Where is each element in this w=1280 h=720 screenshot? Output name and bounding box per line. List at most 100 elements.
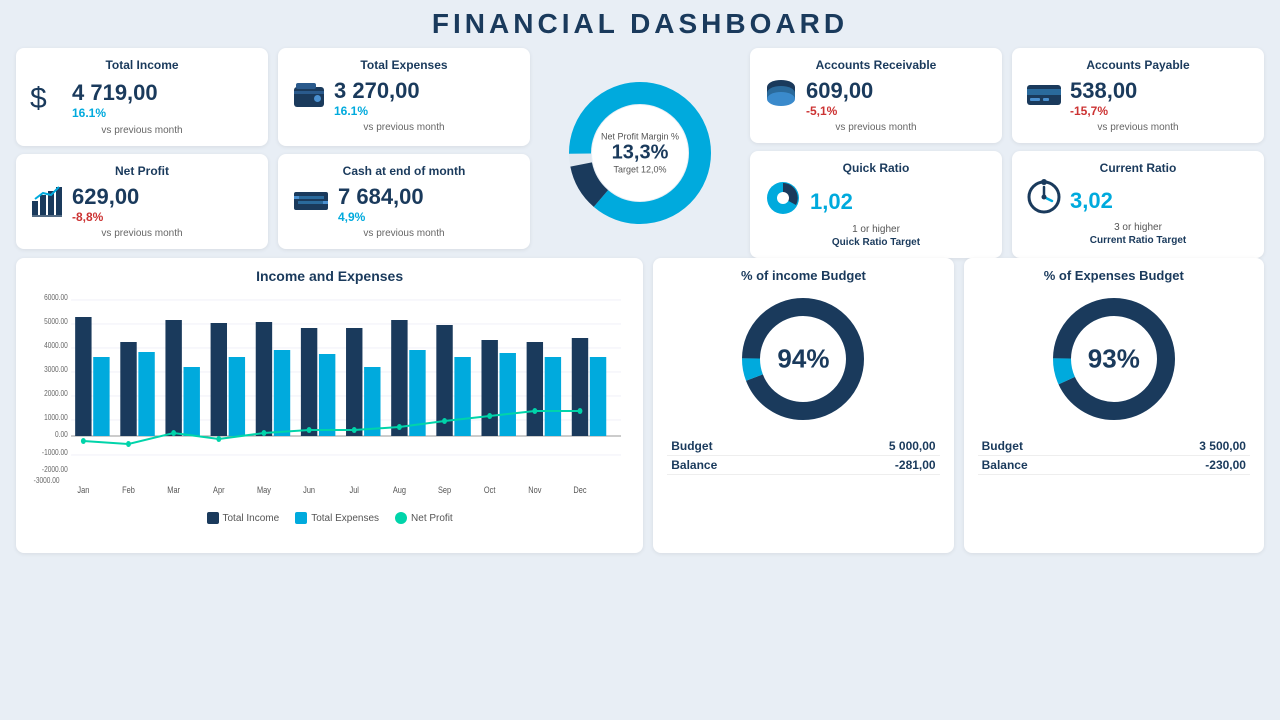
bar-chart-icon (30, 185, 64, 224)
quick-ratio-value: 1,02 (810, 189, 853, 215)
svg-text:Sep: Sep (438, 485, 452, 495)
svg-text:-2000.00: -2000.00 (42, 464, 68, 474)
kpi-ap-value: 538,00 (1070, 78, 1250, 104)
income-budget-label: Budget (671, 439, 712, 453)
legend-income: Total Income (207, 512, 280, 524)
svg-text:3000.00: 3000.00 (44, 364, 68, 374)
legend-net-profit-label: Net Profit (411, 513, 453, 524)
expenses-balance-value: -230,00 (1205, 458, 1246, 472)
kpi-ar-value: 609,00 (806, 78, 988, 104)
expenses-budget-percent: 93% (1088, 344, 1140, 375)
income-budget-balance-row: Balance -281,00 (667, 456, 939, 475)
npm-donut-label: Net Profit Margin % 13,3% Target 12,0% (601, 132, 679, 175)
svg-text:Oct: Oct (484, 485, 496, 495)
svg-text:6000.00: 6000.00 (44, 292, 68, 302)
right-kpis: Accounts Receivable 6 (750, 48, 1264, 258)
svg-text:Dec: Dec (573, 485, 586, 495)
coins-icon (764, 79, 798, 118)
expenses-budget-label: Budget (982, 439, 1023, 453)
legend-expenses-dot (295, 512, 307, 524)
kpi-net-profit-vs: vs previous month (30, 228, 254, 239)
left-kpis: Total Income $ 4 719,00 16.1% vs previou… (16, 48, 530, 258)
expenses-budget-balance-row: Balance -230,00 (978, 456, 1250, 475)
svg-text:Feb: Feb (122, 485, 135, 495)
npm-value: 13,3% (601, 142, 679, 165)
kpi-net-profit-change: -8,8% (72, 210, 254, 224)
income-expenses-chart-card: Income and Expenses 6000.00 5000.00 4000… (16, 258, 643, 553)
svg-text:May: May (257, 485, 272, 495)
income-budget-card: % of income Budget 94% Budget 5 000,00 (653, 258, 953, 553)
svg-text:5000.00: 5000.00 (44, 316, 68, 326)
cash-icon (292, 188, 330, 221)
page-title: FINANCIAL DASHBOARD (16, 8, 1264, 40)
kpi-ap-change: -15,7% (1070, 104, 1250, 118)
svg-text:Jun: Jun (303, 485, 315, 495)
income-budget-info: Budget 5 000,00 Balance -281,00 (667, 437, 939, 475)
income-balance-label: Balance (671, 458, 717, 472)
right-row-1: Accounts Receivable 6 (750, 48, 1264, 143)
kpi-net-profit: Net Profit (16, 154, 268, 249)
kpi-total-income-value: 4 719,00 (72, 80, 254, 106)
income-budget-percent: 94% (777, 344, 829, 375)
current-ratio-value: 3,02 (1070, 188, 1113, 214)
legend-net-profit-dot (395, 512, 407, 524)
expenses-balance-label: Balance (982, 458, 1028, 472)
quick-ratio-title: Quick Ratio (764, 161, 988, 175)
kpi-total-expenses-value: 3 270,00 (334, 78, 516, 104)
kpi-accounts-payable: Accounts Payable 538,00 (1012, 48, 1264, 143)
chart-title: Income and Expenses (30, 268, 629, 284)
kpi-net-profit-value: 629,00 (72, 184, 254, 210)
kpi-total-expenses-vs: vs previous month (292, 122, 516, 133)
svg-text:Mar: Mar (167, 485, 180, 495)
income-budget-value: 5 000,00 (889, 439, 936, 453)
svg-text:2000.00: 2000.00 (44, 388, 68, 398)
kpi-cash-vs: vs previous month (292, 228, 516, 239)
kpi-net-profit-title: Net Profit (30, 164, 254, 178)
svg-text:Jul: Jul (350, 485, 360, 495)
kpi-row-1: Total Income $ 4 719,00 16.1% vs previou… (16, 48, 530, 146)
kpi-ap-title: Accounts Payable (1026, 58, 1250, 72)
right-row-2: Quick Ratio 1,02 1 or (750, 151, 1264, 258)
quick-ratio-icon (764, 179, 802, 224)
chart-legend: Total Income Total Expenses Net Profit (30, 512, 629, 524)
kpi-cash-change: 4,9% (338, 210, 516, 224)
dollar-icon: $ (30, 78, 64, 121)
legend-income-label: Total Income (223, 513, 280, 524)
kpi-row-2: Net Profit (16, 154, 530, 249)
kpi-total-expenses: Total Expenses 3 270,00 (278, 48, 530, 146)
svg-text:Nov: Nov (528, 485, 542, 495)
svg-text:$: $ (30, 82, 47, 114)
current-ratio-icon (1026, 179, 1062, 222)
bar-chart-area: 6000.00 5000.00 4000.00 3000.00 2000.00 … (30, 288, 629, 508)
kpi-ap-vs: vs previous month (1026, 122, 1250, 133)
expenses-budget-info: Budget 3 500,00 Balance -230,00 (978, 437, 1250, 475)
kpi-cash-title: Cash at end of month (292, 164, 516, 178)
kpi-ar-vs: vs previous month (764, 122, 988, 133)
quick-ratio-sub: 1 or higher (764, 224, 988, 235)
svg-text:0.00: 0.00 (55, 429, 68, 439)
expenses-budget-title: % of Expenses Budget (1044, 268, 1184, 283)
kpi-total-income: Total Income $ 4 719,00 16.1% vs previou… (16, 48, 268, 146)
top-section: Total Income $ 4 719,00 16.1% vs previou… (16, 48, 1264, 258)
card-icon (1026, 82, 1062, 115)
kpi-total-income-title: Total Income (30, 58, 254, 72)
svg-text:-1000.00: -1000.00 (42, 447, 68, 457)
legend-expenses-label: Total Expenses (311, 513, 379, 524)
income-budget-budget-row: Budget 5 000,00 (667, 437, 939, 456)
kpi-cash-end-month: Cash at end of month (278, 154, 530, 249)
kpi-current-ratio: Current Ratio 3,02 (1012, 151, 1264, 258)
kpi-cash-value: 7 684,00 (338, 184, 516, 210)
legend-net-profit: Net Profit (395, 512, 453, 524)
bottom-section: Income and Expenses 6000.00 5000.00 4000… (16, 258, 1264, 553)
npm-title: Net Profit Margin % (601, 132, 679, 142)
svg-text:Aug: Aug (393, 485, 407, 495)
current-ratio-sub: 3 or higher (1026, 222, 1250, 233)
npm-donut-wrapper: Net Profit Margin % 13,3% Target 12,0% (560, 73, 720, 233)
kpi-total-income-vs: vs previous month (30, 125, 254, 136)
kpi-quick-ratio: Quick Ratio 1,02 1 or (750, 151, 1002, 258)
kpi-ar-title: Accounts Receivable (764, 58, 988, 72)
expenses-budget-donut: 93% (1044, 289, 1184, 429)
expenses-budget-value: 3 500,00 (1199, 439, 1246, 453)
svg-text:Jan: Jan (77, 485, 89, 495)
dashboard: FINANCIAL DASHBOARD Total Income $ 4 719… (0, 0, 1280, 720)
